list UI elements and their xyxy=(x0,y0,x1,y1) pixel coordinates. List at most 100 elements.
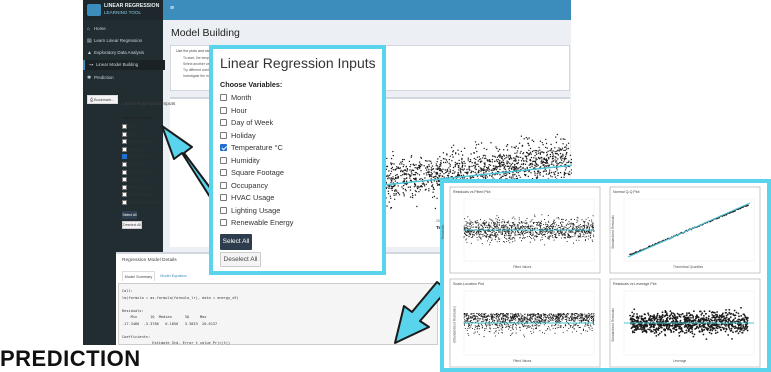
select-all-button[interactable]: Select All xyxy=(220,234,252,250)
variable-label: HVAC Usage xyxy=(231,193,275,202)
small-variable-checkbox[interactable]: Holiday xyxy=(122,146,141,152)
home-icon: ⌂ xyxy=(87,26,91,32)
sidebar-item-home[interactable]: ⌂ Home xyxy=(83,24,163,34)
logo-subtitle: LEARNING TOOL xyxy=(104,10,142,15)
diagnostic-panel-title: Normal Q-Q Plot xyxy=(613,190,640,194)
small-variable-checkbox[interactable]: Humidity xyxy=(122,162,143,167)
unchecked-box-icon[interactable] xyxy=(220,106,227,114)
diagnostic-panel-title: Residuals vs Fitted Plot xyxy=(453,190,491,194)
variable-label: Day of Week xyxy=(129,139,150,144)
code-line: lm(formula = as.formula(formula_lr), dat… xyxy=(122,295,239,300)
unchecked-box-icon[interactable] xyxy=(122,131,127,137)
checked-box-icon[interactable] xyxy=(122,154,127,160)
variable-label: Month xyxy=(231,93,252,102)
diagnostic-x-label: Leverage xyxy=(673,359,687,363)
variable-checkbox[interactable]: Month xyxy=(220,92,252,104)
unchecked-box-icon[interactable] xyxy=(220,94,227,101)
prediction-heading: PREDICTION xyxy=(0,346,141,371)
inputs-box-title: Linear Regression Inputs xyxy=(122,102,176,107)
small-variable-checkbox[interactable]: Square Footage xyxy=(122,169,155,175)
unchecked-box-icon[interactable] xyxy=(220,194,227,201)
diagnostic-x-label: Theoretical Quantiles xyxy=(673,265,704,269)
variable-checkbox[interactable]: Temperature °C xyxy=(220,142,283,154)
bookmark-button[interactable]: ⎙ Bookmark... xyxy=(87,95,118,104)
variable-checkbox[interactable]: Square Footage xyxy=(220,167,284,179)
variable-label: Renewable Energy xyxy=(231,218,294,227)
code-line: Min 1Q Median 3Q Max xyxy=(122,315,207,319)
zoom-choose-variables-label: Choose Variables: xyxy=(220,80,283,89)
sidebar-item-label: Exploratory Data Analysis xyxy=(94,50,145,55)
small-variable-checkbox[interactable]: Day of Week xyxy=(122,139,150,145)
unchecked-box-icon[interactable] xyxy=(220,181,227,189)
unchecked-box-icon[interactable] xyxy=(220,219,227,226)
variable-label: Holiday xyxy=(129,147,141,152)
small-variable-checkbox[interactable]: Lighting Usage xyxy=(122,192,153,198)
small-variable-checkbox[interactable]: Occupancy xyxy=(122,177,147,183)
variable-label: Occupancy xyxy=(231,180,268,190)
sidebar-item-learn[interactable]: ▤ Learn Linear Regression xyxy=(83,36,163,46)
checked-box-icon[interactable] xyxy=(220,144,227,151)
app-logo[interactable]: LINEAR REGRESSION LEARNING TOOL xyxy=(83,0,163,20)
variable-label: Temperature °C xyxy=(129,154,155,159)
sidebar-item-prediction[interactable]: ✱ Prediction xyxy=(83,73,163,83)
variable-label: Lighting Usage xyxy=(129,192,153,197)
tab-model-equation[interactable]: Model Equation xyxy=(157,271,190,281)
unchecked-box-icon[interactable] xyxy=(122,200,127,205)
unchecked-box-icon[interactable] xyxy=(122,162,127,167)
variable-label: Occupancy xyxy=(129,177,147,182)
unchecked-box-icon[interactable] xyxy=(122,146,127,152)
unchecked-box-icon[interactable] xyxy=(122,192,127,198)
variable-checkbox[interactable]: Hour xyxy=(220,105,247,117)
sidebar-item-label: Learn Linear Regression xyxy=(94,38,143,43)
tab-model-summary[interactable]: Model Summary xyxy=(122,271,155,281)
variable-label: Month xyxy=(129,124,139,129)
unchecked-box-icon[interactable] xyxy=(220,119,227,126)
page-title: Model Building xyxy=(171,27,240,39)
unchecked-box-icon[interactable] xyxy=(220,169,227,176)
unchecked-box-icon[interactable] xyxy=(122,177,127,183)
sidebar-item-model-building[interactable]: ↝ Linear Model Building xyxy=(83,60,165,70)
diagnostic-x-label: Fitted Values xyxy=(513,265,532,269)
unchecked-box-icon[interactable] xyxy=(220,131,227,139)
variable-checkbox[interactable]: Humidity xyxy=(220,155,260,167)
variable-label: Lighting Usage xyxy=(231,205,281,215)
deselect-all-button[interactable]: Deselect All xyxy=(220,252,261,267)
small-variable-checkbox[interactable]: HVAC Usage xyxy=(122,184,151,190)
variable-label: Renewable Energy xyxy=(129,200,160,205)
variable-label: Temperature °C xyxy=(231,143,283,152)
small-variable-checkbox[interactable]: Renewable Energy xyxy=(122,200,159,205)
variable-checkbox[interactable]: HVAC Usage xyxy=(220,192,274,204)
small-variable-checkbox[interactable]: Month xyxy=(122,124,139,129)
variable-checkbox[interactable]: Lighting Usage xyxy=(220,205,280,217)
variable-checkbox[interactable]: Occupancy xyxy=(220,180,268,192)
deselect-all-button-small[interactable]: Deselect All xyxy=(122,221,142,229)
variable-label: Hour xyxy=(129,132,137,137)
variable-label: Humidity xyxy=(231,155,260,165)
small-variable-checkbox[interactable]: Temperature °C xyxy=(122,154,155,160)
variable-label: Humidity xyxy=(129,162,143,167)
details-box-title: Regression Model Details xyxy=(122,258,177,263)
unchecked-box-icon[interactable] xyxy=(220,206,227,214)
choose-variables-label: Choose Variables xyxy=(122,116,154,120)
diagnostic-panel-title: Residuals vs Leverage Plot xyxy=(613,282,657,286)
unchecked-box-icon[interactable] xyxy=(122,184,127,190)
small-variable-checkbox[interactable]: Hour xyxy=(122,131,137,137)
zoom-inputs-title: Linear Regression Inputs xyxy=(220,55,376,71)
variable-checkbox[interactable]: Holiday xyxy=(220,130,256,142)
variable-checkbox[interactable]: Renewable Energy xyxy=(220,217,293,229)
hamburger-icon[interactable]: ≡ xyxy=(170,5,174,12)
book-icon: ▤ xyxy=(87,38,92,44)
unchecked-box-icon[interactable] xyxy=(122,139,127,145)
variable-label: Hour xyxy=(231,105,248,115)
diagnostic-plots xyxy=(449,186,761,368)
variable-checkbox[interactable]: Day of Week xyxy=(220,117,273,129)
logo-title: LINEAR REGRESSION xyxy=(104,3,160,9)
variable-label: Square Footage xyxy=(231,168,285,177)
unchecked-box-icon[interactable] xyxy=(220,156,227,164)
select-all-button-small[interactable]: Select All xyxy=(122,211,137,219)
chart-icon: ▲ xyxy=(87,50,92,56)
sidebar-item-eda[interactable]: ▲ Exploratory Data Analysis xyxy=(83,48,163,58)
unchecked-box-icon[interactable] xyxy=(122,124,127,129)
variable-label: HVAC Usage xyxy=(129,185,151,190)
unchecked-box-icon[interactable] xyxy=(122,169,127,175)
